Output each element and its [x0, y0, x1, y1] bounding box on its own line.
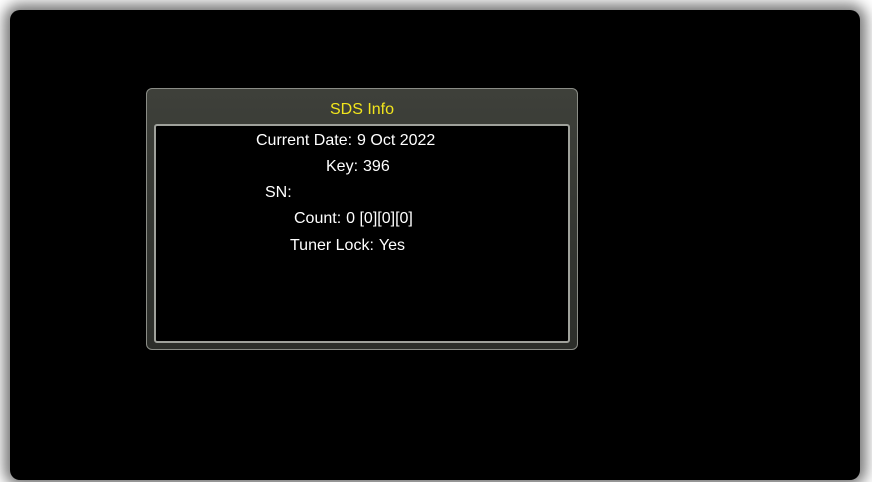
key-row: Key: 396: [326, 157, 390, 177]
key-value: 396: [363, 158, 390, 175]
current-date-label: Current Date:: [256, 132, 353, 149]
count-row: Count: 0 [0][0][0]: [294, 209, 413, 229]
key-label: Key:: [326, 158, 359, 175]
current-date-value: 9 Oct 2022: [357, 132, 436, 149]
dialog-body: Current Date: 9 Oct 2022 Key: 396 SN: Coun…: [154, 124, 570, 343]
count-value: 0 [0][0][0]: [346, 210, 413, 227]
count-label: Count:: [294, 210, 342, 227]
tuner-lock-row: Tuner Lock: Yes: [290, 236, 405, 256]
tuner-lock-label: Tuner Lock:: [290, 237, 374, 254]
sn-row: SN:: [265, 183, 297, 203]
tv-screen: SDS Info Current Date: 9 Oct 2022 Key: 396…: [10, 10, 860, 480]
tuner-lock-value: Yes: [378, 237, 405, 254]
dialog-title: SDS Info: [329, 101, 395, 118]
sds-info-dialog: SDS Info Current Date: 9 Oct 2022 Key: 396…: [146, 88, 578, 350]
sn-label: SN:: [265, 184, 292, 201]
current-date-row: Current Date: 9 Oct 2022: [256, 131, 435, 151]
